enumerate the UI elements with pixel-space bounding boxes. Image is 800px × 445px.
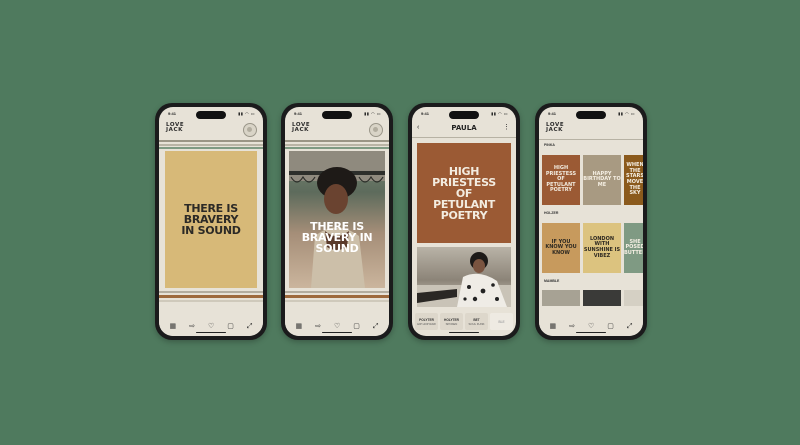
dynamic-island: [196, 111, 226, 119]
poster-text: THERE IS BRAVERY IN SOUND: [181, 202, 241, 237]
phone-2-screen: 9:41 ▮▮ ◠ ▭ LOVE JACK THERE IS BRAVERY IN: [285, 107, 389, 336]
artist-photo[interactable]: [417, 247, 511, 307]
play-icon[interactable]: ⇨: [189, 323, 195, 330]
portrait-photo[interactable]: THERE IS BRAVERY IN SOUND: [289, 151, 385, 288]
chat-icon[interactable]: ▢: [353, 323, 360, 330]
status-icons: ▮▮ ◠ ▭: [618, 111, 635, 116]
tab-polyter[interactable]: POLYTER HIP HOP RAW: [415, 313, 438, 330]
home-indicator: [322, 331, 352, 333]
phone-3: 9:41 ▮▮ ◠ ▭ ‹ PAULA ⋮ HIGH PRIESTESS OF …: [408, 103, 520, 340]
tile-card[interactable]: [583, 290, 621, 306]
heart-icon[interactable]: ♡: [208, 323, 214, 330]
grid-icon[interactable]: ▦: [295, 323, 302, 330]
chat-icon[interactable]: ▢: [607, 323, 614, 330]
tile-card[interactable]: [624, 290, 643, 306]
bottom-nav: ▦ ⇨ ♡ ▢ ⤢: [539, 316, 643, 336]
artist-title: PAULA: [451, 124, 477, 132]
play-icon[interactable]: ⇨: [315, 323, 321, 330]
tile-card[interactable]: LONDON WITH SUNSHINE IS VIBEZ: [583, 223, 621, 273]
section-label: MAMBLE: [544, 279, 560, 283]
more-icon[interactable]: ⋮: [503, 121, 510, 135]
phone-2: 9:41 ▮▮ ◠ ▭ LOVE JACK THERE IS BRAVERY IN: [281, 103, 393, 340]
divider: [159, 144, 263, 146]
section-label: HOLZER: [544, 211, 559, 215]
status-time: 9:41: [548, 111, 557, 116]
photo-illustration: [417, 252, 511, 307]
genre-tabs: POLYTER HIP HOP RAW HOLYTER SPOKEN BET SOUL…: [415, 313, 513, 330]
brand-logo[interactable]: LOVE JACK: [292, 122, 310, 133]
status-icons: ▮▮ ◠ ▭: [491, 111, 508, 116]
section-label: PINKA: [544, 143, 555, 147]
expand-icon[interactable]: ⤢: [247, 323, 253, 330]
tile-card[interactable]: HIGH PRIESTESS OF PETULANT POETRY: [542, 155, 580, 205]
divider: [285, 300, 389, 302]
phone-1-screen: 9:41 ▮▮ ◠ ▭ LOVE JACK THERE IS BRAVERY IN…: [159, 107, 263, 336]
brand-logo[interactable]: LOVE JACK: [546, 122, 564, 133]
tile-card[interactable]: IF YOU KNOW YOU KNOW: [542, 223, 580, 273]
chat-icon[interactable]: ▢: [227, 323, 234, 330]
divider: [285, 295, 389, 298]
divider: [412, 137, 516, 138]
grid-icon[interactable]: ▦: [549, 323, 556, 330]
status-time: 9:41: [168, 111, 177, 116]
divider: [159, 291, 263, 293]
tile-card[interactable]: SHE POSED BUTTER: [624, 223, 643, 273]
play-icon[interactable]: ⇨: [569, 323, 575, 330]
tab-bet[interactable]: BET SOUL FUNK: [465, 313, 488, 330]
divider: [159, 300, 263, 302]
poster-text: THERE IS BRAVERY IN SOUND: [301, 220, 373, 255]
dynamic-island: [322, 111, 352, 119]
poster-card[interactable]: HIGH PRIESTESS OF PETULANT POETRY: [417, 143, 511, 243]
status-time: 9:41: [421, 111, 430, 116]
grid-icon[interactable]: ▦: [169, 323, 176, 330]
divider: [539, 139, 643, 140]
heart-icon[interactable]: ♡: [588, 323, 594, 330]
phone-4-screen: 9:41 ▮▮ ◠ ▭ LOVE JACK PINKA HIGH PRIESTES…: [539, 107, 643, 336]
bottom-nav: ▦ ⇨ ♡ ▢ ⤢: [285, 316, 389, 336]
divider: [285, 144, 389, 146]
home-indicator: [576, 331, 606, 333]
divider: [159, 295, 263, 298]
dial-icon[interactable]: [243, 123, 257, 137]
brand-logo[interactable]: LOVE JACK: [166, 122, 184, 133]
phone-1: 9:41 ▮▮ ◠ ▭ LOVE JACK THERE IS BRAVERY IN…: [155, 103, 267, 340]
home-indicator: [449, 331, 479, 333]
dynamic-island: [576, 111, 606, 119]
divider: [159, 147, 263, 149]
dial-icon[interactable]: [369, 123, 383, 137]
divider: [285, 291, 389, 293]
status-icons: ▮▮ ◠ ▭: [364, 111, 381, 116]
tab-holyter[interactable]: HOLYTER SPOKEN: [440, 313, 463, 330]
phone-3-screen: 9:41 ▮▮ ◠ ▭ ‹ PAULA ⋮ HIGH PRIESTESS OF …: [412, 107, 516, 336]
tile-card[interactable]: [542, 290, 580, 306]
tile-card[interactable]: WHEN THE STARS MOVE THE SKY: [624, 155, 643, 205]
tile-card[interactable]: HAPPY BIRTHDAY TO ME: [583, 155, 621, 205]
divider: [159, 140, 263, 142]
dynamic-island: [449, 111, 479, 119]
divider: [285, 140, 389, 142]
tab-ble[interactable]: BLE: [490, 313, 513, 330]
phone-4: 9:41 ▮▮ ◠ ▭ LOVE JACK PINKA HIGH PRIESTES…: [535, 103, 647, 340]
heart-icon[interactable]: ♡: [334, 323, 340, 330]
poster-card[interactable]: THERE IS BRAVERY IN SOUND: [165, 151, 257, 288]
divider: [285, 147, 389, 149]
expand-icon[interactable]: ⤢: [627, 323, 633, 330]
poster-text: HIGH PRIESTESS OF PETULANT POETRY: [432, 164, 496, 222]
home-indicator: [196, 331, 226, 333]
status-icons: ▮▮ ◠ ▭: [238, 111, 255, 116]
bottom-nav: ▦ ⇨ ♡ ▢ ⤢: [159, 316, 263, 336]
expand-icon[interactable]: ⤢: [373, 323, 379, 330]
status-time: 9:41: [294, 111, 303, 116]
